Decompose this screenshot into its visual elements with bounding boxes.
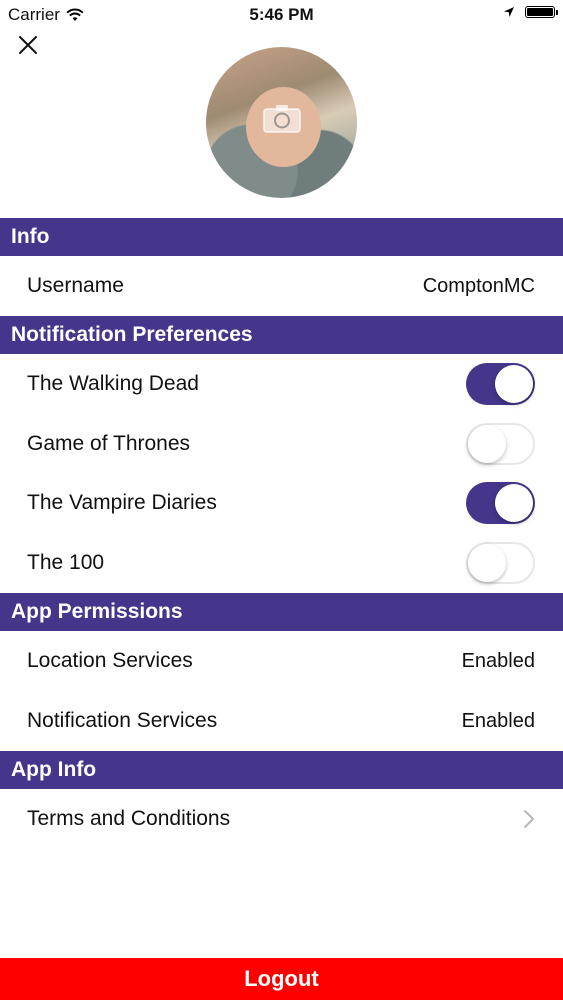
profile-avatar[interactable] [206, 47, 357, 198]
notification-label: Game of Thrones [27, 432, 191, 455]
toggle-knob [495, 484, 533, 522]
username-value: ComptonMC [422, 275, 535, 297]
notification-label: The Vampire Diaries [27, 491, 217, 514]
toggle-knob [495, 365, 533, 403]
notification-label: The 100 [27, 551, 105, 574]
toggle-game-of-thrones[interactable] [466, 423, 535, 465]
notification-row-the-100: The 100 [0, 533, 563, 593]
permission-status: Enabled [461, 710, 535, 732]
username-label: Username [27, 274, 124, 297]
permission-label: Location Services [27, 649, 193, 672]
toggle-knob [468, 425, 506, 463]
section-header-notifications: Notification Preferences [0, 316, 563, 354]
battery-fill [527, 8, 553, 16]
camera-icon [263, 105, 301, 133]
chevron-right-icon [524, 810, 534, 828]
notification-row-walking-dead: The Walking Dead [0, 354, 563, 414]
toggle-walking-dead[interactable] [466, 363, 535, 405]
section-header-permissions: App Permissions [0, 593, 563, 631]
status-time: 5:46 PM [249, 5, 314, 24]
battery-icon [525, 6, 558, 18]
toggle-the-100[interactable] [466, 542, 535, 584]
notification-label: The Walking Dead [27, 372, 199, 395]
notification-row-game-of-thrones: Game of Thrones [0, 414, 563, 474]
section-header-app-info: App Info [0, 751, 563, 789]
permission-row-notification: Notification Services Enabled [0, 691, 563, 751]
permission-row-location: Location Services Enabled [0, 631, 563, 691]
status-right [503, 6, 558, 18]
permission-label: Notification Services [27, 709, 218, 732]
notification-row-vampire-diaries: The Vampire Diaries [0, 473, 563, 533]
status-bar: Carrier 5:46 PM [0, 0, 563, 30]
logout-button[interactable]: Logout [0, 958, 563, 1000]
close-icon[interactable] [14, 31, 42, 59]
permission-status: Enabled [461, 650, 535, 672]
toggle-vampire-diaries[interactable] [466, 482, 535, 524]
terms-and-conditions-row[interactable]: Terms and Conditions [0, 789, 563, 849]
toggle-knob [468, 544, 506, 582]
section-header-info: Info [0, 218, 563, 256]
terms-label: Terms and Conditions [27, 807, 231, 830]
location-arrow-icon [504, 7, 514, 17]
username-row: Username ComptonMC [0, 256, 563, 316]
